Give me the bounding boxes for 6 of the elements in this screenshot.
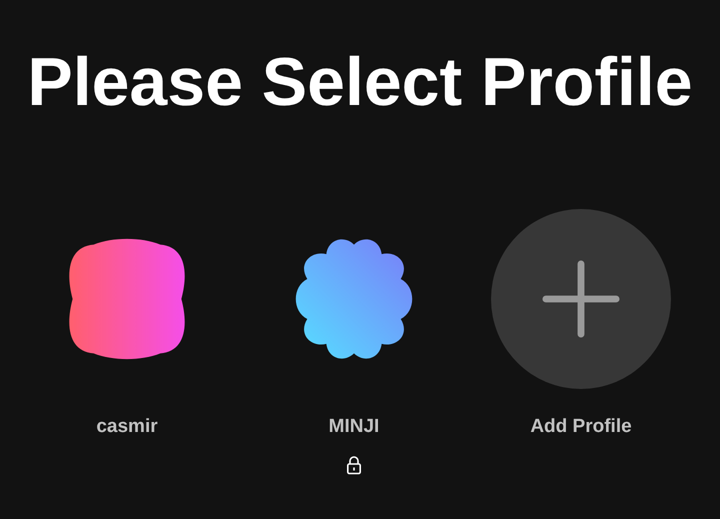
page-title: Please Select Profile [26,43,694,122]
profile-name: casmir [96,416,158,438]
profile-name: MINJI [328,416,380,438]
plus-icon [542,260,620,338]
lock-icon [346,455,362,475]
profile-name: Add Profile [530,416,632,438]
